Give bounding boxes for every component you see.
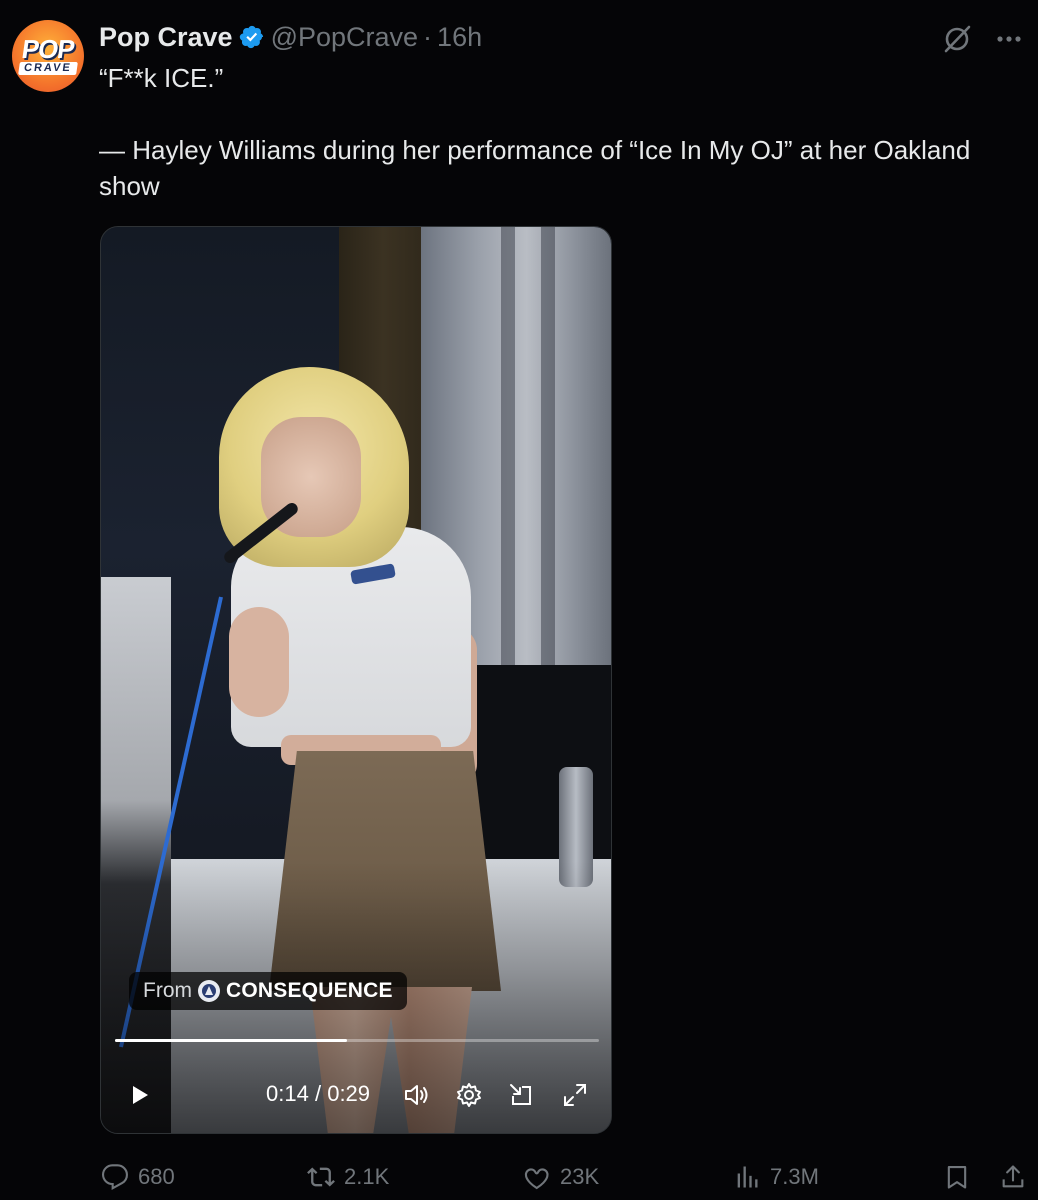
top-actions <box>940 22 1026 56</box>
video-player[interactable]: From CONSEQUENCE 0:14 / 0:29 <box>100 226 612 1134</box>
share-icon <box>998 1162 1028 1192</box>
source-prefix: From <box>143 979 192 1002</box>
tweet-header: Pop Crave @PopCrave · 16h <box>99 20 482 54</box>
action-bar: 680 2.1K 23K 7.3M <box>100 1158 1030 1196</box>
tweet-caption: — Hayley Williams during her performance… <box>99 135 971 201</box>
volume-icon[interactable] <box>401 1079 433 1111</box>
time-separator: / <box>314 1081 322 1106</box>
source-name: CONSEQUENCE <box>226 979 393 1002</box>
views-icon <box>732 1162 762 1192</box>
more-icon[interactable] <box>992 22 1026 56</box>
tweet-text: “F**k ICE.” — Hayley Williams during her… <box>99 60 1029 204</box>
reply-button[interactable]: 680 <box>100 1158 175 1196</box>
duration: 0:29 <box>327 1081 371 1106</box>
bookmark-button[interactable] <box>942 1158 972 1196</box>
tweet: POP CRAVE Pop Crave @PopCrave · 16h “F**… <box>0 0 1038 1200</box>
avatar[interactable]: POP CRAVE <box>12 20 84 92</box>
separator-dot: · <box>423 21 433 52</box>
like-icon <box>522 1162 552 1192</box>
video-progress-fill <box>115 1039 348 1042</box>
tweet-time[interactable]: 16h <box>437 22 482 53</box>
bookmark-icon <box>942 1162 972 1192</box>
consequence-logo-icon <box>198 980 220 1002</box>
views-button[interactable]: 7.3M <box>732 1158 819 1196</box>
avatar-logo-text: POP <box>19 34 77 64</box>
video-time: 0:14 / 0:29 <box>266 1081 370 1107</box>
fullscreen-icon[interactable] <box>559 1079 591 1111</box>
views-count: 7.3M <box>770 1164 819 1189</box>
tweet-quote: “F**k ICE.” <box>99 63 224 93</box>
repost-button[interactable]: 2.1K <box>306 1158 389 1196</box>
avatar-logo-subtext: CRAVE <box>18 62 78 75</box>
play-icon[interactable] <box>125 1081 153 1109</box>
grok-icon[interactable] <box>940 22 974 56</box>
minimize-icon[interactable] <box>505 1079 537 1111</box>
like-button[interactable]: 23K <box>522 1158 599 1196</box>
repost-icon <box>306 1162 336 1192</box>
repost-count: 2.1K <box>344 1164 390 1189</box>
reply-icon <box>100 1162 130 1192</box>
current-time: 0:14 <box>266 1081 309 1106</box>
author-handle[interactable]: @PopCrave <box>271 22 418 53</box>
settings-icon[interactable] <box>453 1079 485 1111</box>
video-progress-bar[interactable] <box>115 1039 599 1042</box>
like-count: 23K <box>560 1164 600 1189</box>
video-source-label[interactable]: From CONSEQUENCE <box>129 972 407 1010</box>
video-controls: 0:14 / 0:29 <box>101 1073 611 1117</box>
author-name[interactable]: Pop Crave <box>99 22 233 53</box>
share-button[interactable] <box>998 1158 1028 1196</box>
verified-badge-icon[interactable] <box>239 24 265 50</box>
reply-count: 680 <box>138 1164 175 1189</box>
